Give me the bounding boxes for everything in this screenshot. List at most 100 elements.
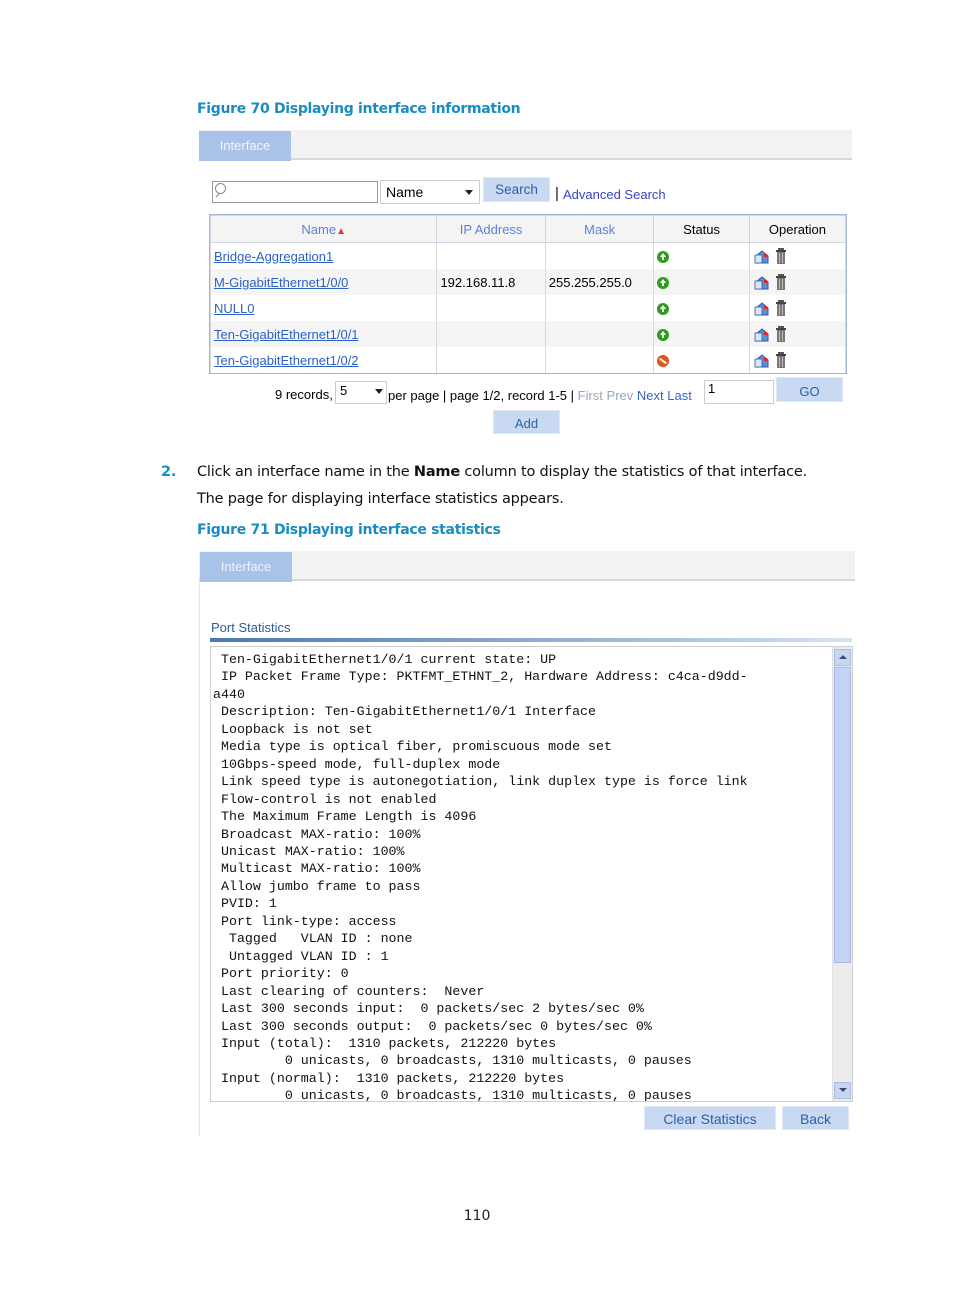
cell-operation xyxy=(748,269,847,295)
statistics-line: Last 300 seconds input: 0 packets/sec 2 … xyxy=(213,1001,644,1017)
delete-icon[interactable] xyxy=(775,248,787,265)
per-page-select[interactable]: 5 xyxy=(335,381,387,404)
column-header-name[interactable]: Name▲ xyxy=(209,215,438,243)
cell-ip xyxy=(436,321,546,347)
figure-71-caption: Figure 71 Displaying interface statistic… xyxy=(197,522,501,538)
frame-left-border xyxy=(199,580,200,1136)
statistics-line: Flow-control is not enabled xyxy=(213,791,437,807)
step-text-after: column to display the statistics of that… xyxy=(459,464,807,480)
table-row: NULL0 xyxy=(209,295,847,321)
statistics-line: Input (total): 1310 packets, 212220 byte… xyxy=(213,1035,557,1051)
advanced-search-link[interactable]: Advanced Search xyxy=(563,187,666,202)
column-header-ip[interactable]: IP Address xyxy=(436,215,546,243)
statistics-line: Ten-GigabitEthernet1/0/1 current state: … xyxy=(213,652,557,667)
tab-interface[interactable]: Interface xyxy=(200,552,292,582)
page-number: 110 xyxy=(463,1208,491,1224)
statistics-line: Tagged VLAN ID : none xyxy=(213,931,413,947)
column-header-mask[interactable]: Mask xyxy=(544,215,655,243)
separator: | xyxy=(555,185,559,202)
search-field-select[interactable]: Name xyxy=(380,180,480,204)
interface-link[interactable]: Ten-GigabitEthernet1/0/2 xyxy=(214,353,359,368)
pagination-text-row: per page | page 1/2, record 1-5 | First … xyxy=(388,387,692,405)
delete-icon[interactable] xyxy=(775,352,787,369)
chevron-down-icon xyxy=(465,190,473,195)
statistics-line: Last clearing of counters: Never xyxy=(213,983,485,999)
column-header-status: Status xyxy=(653,215,750,243)
cell-name: M-GigabitEthernet1/0/0 xyxy=(209,269,438,295)
cell-status xyxy=(653,295,750,321)
status-up-icon xyxy=(657,303,670,316)
table-row: M-GigabitEthernet1/0/0 192.168.11.8 255.25… xyxy=(209,269,847,295)
prev-link[interactable]: Prev xyxy=(607,388,634,403)
scroll-up-button[interactable] xyxy=(834,649,851,666)
cell-operation xyxy=(748,295,847,321)
statistics-line: Port priority: 0 xyxy=(213,966,349,982)
table-row: Ten-GigabitEthernet1/0/1 xyxy=(209,321,847,347)
edit-icon[interactable] xyxy=(754,327,770,342)
step-text: Click an interface name in the Name colu… xyxy=(197,464,807,480)
status-up-icon xyxy=(657,251,670,264)
statistics-line: Description: Ten-GigabitEthernet1/0/1 In… xyxy=(213,704,597,720)
tab-interface[interactable]: Interface xyxy=(199,131,291,161)
cell-ip xyxy=(436,242,546,269)
delete-icon[interactable] xyxy=(775,274,787,291)
edit-icon[interactable] xyxy=(754,275,770,290)
status-up-icon xyxy=(657,277,670,290)
tab-bar xyxy=(199,130,852,160)
statistics-line: Media type is optical fiber, promiscuous… xyxy=(213,739,612,755)
cell-status xyxy=(653,269,750,295)
scroll-down-button[interactable] xyxy=(834,1082,851,1099)
delete-icon[interactable] xyxy=(775,326,787,343)
cell-ip: 192.168.11.8 xyxy=(436,269,546,295)
cell-mask xyxy=(544,321,655,347)
arrow-down-icon xyxy=(839,1088,847,1092)
next-link[interactable]: Next xyxy=(637,388,664,403)
statistics-line: Link speed type is autonegotiation, link… xyxy=(213,774,748,790)
interface-link[interactable]: Bridge-Aggregation1 xyxy=(214,249,333,264)
back-button[interactable]: Back xyxy=(782,1106,849,1130)
page-number-input[interactable]: 1 xyxy=(704,380,774,404)
delete-icon[interactable] xyxy=(775,300,787,317)
section-divider xyxy=(210,638,852,642)
pagination: 9 records, xyxy=(275,386,333,404)
per-page-value: 5 xyxy=(340,383,348,398)
statistics-textarea[interactable]: Ten-GigabitEthernet1/0/1 current state: … xyxy=(210,646,853,1102)
statistics-line: 0 unicasts, 0 broadcasts, 1310 multicast… xyxy=(213,1088,692,1102)
statistics-line: Untagged VLAN ID : 1 xyxy=(213,948,389,964)
statistics-line: Loopback is not set xyxy=(213,721,373,737)
statistics-line: Allow jumbo frame to pass xyxy=(213,878,421,894)
statistics-line: Port link-type: access xyxy=(213,913,397,929)
go-button[interactable]: GO xyxy=(776,377,843,402)
cell-name: Ten-GigabitEthernet1/0/1 xyxy=(209,321,438,347)
interface-link[interactable]: Ten-GigabitEthernet1/0/1 xyxy=(214,327,359,342)
add-button[interactable]: Add xyxy=(493,410,560,434)
cell-name: Bridge-Aggregation1 xyxy=(209,242,438,269)
statistics-line: Last 300 seconds output: 0 packets/sec 0… xyxy=(213,1018,652,1034)
interface-link[interactable]: M-GigabitEthernet1/0/0 xyxy=(214,275,348,290)
cell-status xyxy=(653,347,750,373)
clear-statistics-button[interactable]: Clear Statistics xyxy=(644,1106,776,1130)
interface-link[interactable]: NULL0 xyxy=(214,301,254,316)
step-result: The page for displaying interface statis… xyxy=(197,491,564,507)
interface-table: Name▲ IP Address Mask Status Operation B… xyxy=(209,215,847,373)
interface-table-frame: Name▲ IP Address Mask Status Operation B… xyxy=(209,214,847,374)
cell-name: Ten-GigabitEthernet1/0/2 xyxy=(209,347,438,373)
edit-icon[interactable] xyxy=(754,353,770,368)
statistics-line: Broadcast MAX-ratio: 100% xyxy=(213,826,421,842)
cell-operation xyxy=(748,347,847,373)
vertical-scrollbar[interactable] xyxy=(832,647,852,1101)
scroll-thumb[interactable] xyxy=(834,667,851,963)
statistics-line: PVID: 1 xyxy=(213,896,277,912)
column-header-operation: Operation xyxy=(748,215,847,243)
first-link[interactable]: First xyxy=(578,388,603,403)
statistics-line: Unicast MAX-ratio: 100% xyxy=(213,843,405,859)
cell-ip xyxy=(436,347,546,373)
statistics-line: Input (normal): 1310 packets, 212220 byt… xyxy=(213,1070,565,1086)
last-link[interactable]: Last xyxy=(667,388,692,403)
edit-icon[interactable] xyxy=(754,301,770,316)
search-icon-handle xyxy=(215,193,220,198)
edit-icon[interactable] xyxy=(754,249,770,264)
search-button[interactable]: Search xyxy=(483,177,550,202)
search-field-value: Name xyxy=(386,184,424,200)
search-input[interactable] xyxy=(212,181,378,203)
